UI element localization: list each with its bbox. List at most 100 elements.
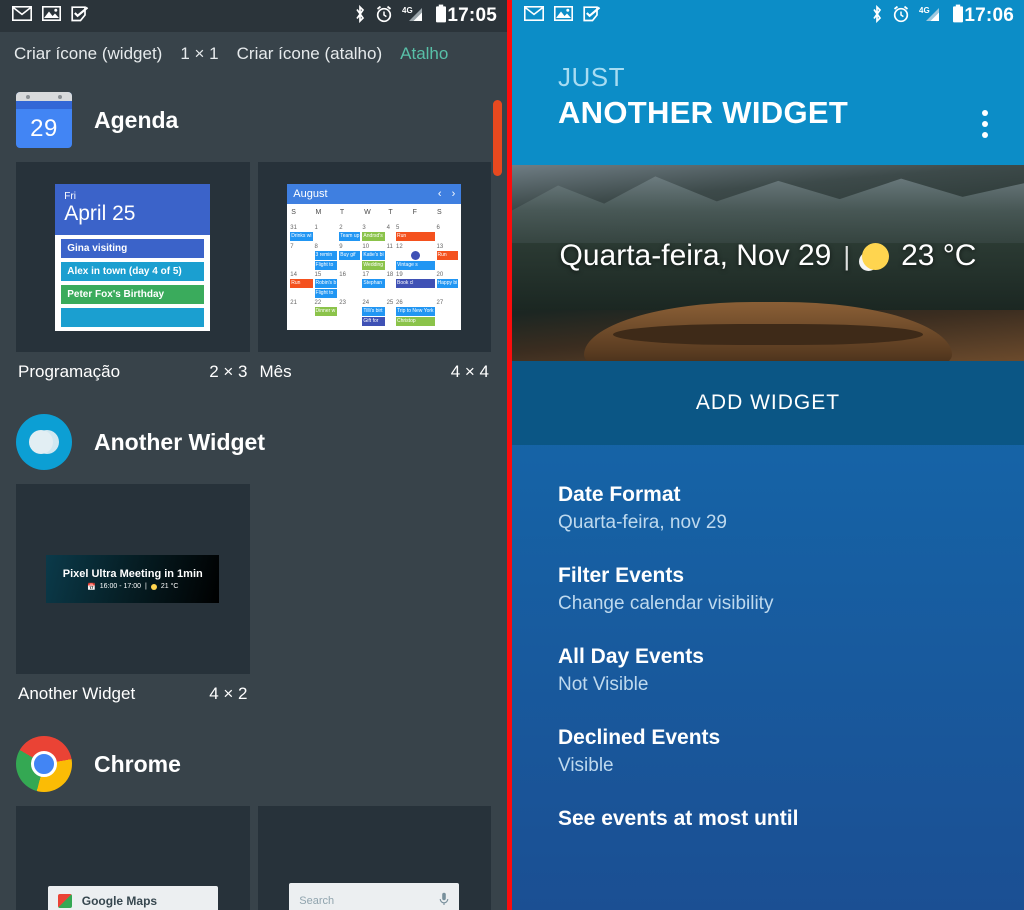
calendar-small-icon: 📅 — [87, 583, 96, 591]
month-day-cell: 2 Team up — [338, 224, 361, 243]
add-widget-button[interactable]: ADD WIDGET — [512, 361, 1024, 445]
month-day-number: 18 — [386, 272, 394, 278]
vertical-scrollbar-thumb[interactable] — [493, 100, 502, 176]
widget-preview-programacao[interactable]: Fri April 25 Gina visiting Alex in town … — [16, 162, 250, 352]
alarm-icon — [375, 5, 393, 28]
chevron-right-icon: › — [451, 188, 456, 200]
month-event-chip: Trip to New York — [396, 307, 435, 316]
app-group-title: Another Widget — [94, 428, 265, 455]
month-event-chip: 3 remin — [314, 251, 338, 260]
status-notification-icons — [12, 5, 90, 27]
app-header-title: ANOTHER WIDGET — [558, 95, 849, 130]
schedule-preview-weekday: Fri — [64, 190, 76, 202]
widget-picker-tabs: Criar ícone (widget) 1 × 1 Criar ícone (… — [0, 32, 507, 76]
widget-preview-chrome-bookmark[interactable]: Google Maps — [16, 806, 250, 910]
another-widget-preview-card: Pixel Ultra Meeting in 1min 📅 16:00 - 17… — [46, 555, 220, 603]
month-day-number: 8 — [314, 244, 318, 250]
month-preview-header: August ‹ › — [287, 184, 462, 204]
aw-preview-subline: 📅 16:00 - 17:00 | 21 °C — [87, 583, 178, 591]
month-event-chip: Happy bi — [436, 279, 459, 288]
hero-date: Quarta-feira, Nov 29 — [559, 239, 832, 273]
chrome-icon — [16, 736, 72, 792]
svg-text:4G: 4G — [402, 6, 413, 15]
tab-criar-icone-atalho[interactable]: Criar ícone (atalho) — [237, 44, 383, 64]
widget-settings-panel: 4G 17:06 JUST ANOTHER WIDGET Quarta-feir… — [512, 0, 1024, 910]
month-day-cell: 18 — [386, 271, 395, 299]
month-day-cell: 4 — [386, 224, 395, 243]
status-system-icons: 4G — [871, 4, 964, 28]
widget-cell-chrome-search[interactable]: Search — [257, 806, 491, 910]
month-day-cell: 17 Stephan — [361, 271, 385, 299]
month-preview-title: August — [293, 188, 328, 200]
month-day-cell: 16 — [338, 271, 361, 299]
setting-row[interactable]: All Day Events Not Visible — [558, 631, 978, 712]
setting-row[interactable]: See events at most until — [558, 793, 978, 847]
month-day-number: 31 — [290, 225, 297, 231]
month-day-cell: 24 Tilli's birt Gift for — [361, 299, 385, 327]
setting-title: All Day Events — [558, 645, 704, 668]
month-day-cell: 20 Happy bi — [436, 271, 460, 299]
schedule-preview-event: Peter Fox's Birthday — [61, 284, 205, 304]
month-day-number: 2 — [339, 225, 343, 231]
month-dow-label: T — [339, 209, 345, 216]
setting-row[interactable]: Date Format Quarta-feira, nov 29 — [558, 469, 978, 550]
screenshot-root: 4G 17:05 Criar ícone (widget) 1 × 1 Cria… — [0, 0, 1024, 910]
month-event-chip: Run — [396, 232, 435, 241]
setting-subtitle: Not Visible — [558, 674, 649, 695]
month-event-chip: Buy gif — [339, 251, 361, 260]
widget-size: 2 × 3 — [209, 362, 248, 381]
app-group-agenda: 29 Agenda Fri April 25 Gina visiting Ale… — [0, 76, 507, 398]
month-dow-label: S — [291, 209, 296, 216]
status-clock: 17:05 — [447, 5, 497, 26]
setting-title: Filter Events — [558, 564, 685, 587]
month-day-cell: 5 Run — [395, 224, 436, 243]
month-day-cell: 13 Run — [436, 243, 460, 271]
setting-subtitle: Quarta-feira, nov 29 — [558, 512, 727, 533]
widget-label-another-widget: Another Widget 4 × 2 — [16, 674, 250, 720]
tab-criar-icone-widget[interactable]: Criar ícone (widget) — [14, 44, 162, 64]
month-event-chip: Katie's bi — [362, 251, 385, 260]
month-event-chip: Robin's b — [314, 279, 338, 288]
month-day-cell: 31 Drinks wi — [289, 224, 313, 243]
month-day-number: 12 — [396, 244, 403, 250]
setting-row[interactable]: Declined Events Visible — [558, 712, 978, 793]
month-dow-label: F — [412, 209, 417, 216]
month-day-cell: 3 Andrsd's — [361, 224, 385, 243]
tab-size-1x1: 1 × 1 — [180, 44, 219, 63]
month-event-chip: Vintage s — [396, 261, 435, 270]
widget-cell-another-widget[interactable]: Pixel Ultra Meeting in 1min 📅 16:00 - 17… — [16, 484, 250, 720]
widget-preview-chrome-search[interactable]: Search — [257, 806, 491, 910]
aw-preview-time: 16:00 - 17:00 — [99, 583, 142, 590]
app-group-header-agenda: 29 Agenda — [16, 76, 491, 162]
widget-size: 4 × 2 — [209, 684, 248, 703]
month-day-cell: 15 Robin's b Flight to — [314, 271, 339, 299]
tasks-icon — [583, 5, 602, 27]
setting-row[interactable]: Filter Events Change calendar visibility — [558, 550, 978, 631]
widget-preview-row-agenda: Fri April 25 Gina visiting Alex in town … — [16, 162, 491, 398]
month-day-number: 5 — [396, 225, 400, 231]
widget-preview-mes[interactable]: August ‹ › SMTWTFS 31 Drinks wi 1 2 Team up 3… — [257, 162, 491, 352]
bluetooth-icon — [871, 4, 883, 28]
month-day-dot — [410, 251, 420, 260]
widget-cell-programacao[interactable]: Fri April 25 Gina visiting Alex in town … — [16, 162, 250, 398]
sunny-icon — [150, 583, 157, 590]
svg-text:4G: 4G — [919, 6, 930, 15]
widget-preview-another-widget[interactable]: Pixel Ultra Meeting in 1min 📅 16:00 - 17… — [16, 484, 250, 674]
month-day-number: 9 — [339, 244, 343, 250]
hero-separator: | — [843, 240, 851, 271]
month-day-number: 25 — [386, 300, 394, 306]
signal-4g-icon: 4G — [919, 5, 943, 28]
setting-subtitle: Visible — [558, 755, 614, 776]
app-group-header-chrome: Chrome — [16, 720, 491, 806]
month-event-chip: Wedding — [362, 261, 385, 270]
overflow-menu-icon[interactable] — [982, 110, 988, 138]
month-day-number: 21 — [290, 300, 297, 306]
widget-cell-mes[interactable]: August ‹ › SMTWTFS 31 Drinks wi 1 2 Team up 3… — [257, 162, 491, 398]
month-day-cell: 11 — [386, 243, 395, 271]
widget-live-preview[interactable]: Quarta-feira, Nov 29 | 23 °C — [512, 165, 1024, 361]
tab-atalho[interactable]: Atalho — [400, 44, 448, 64]
month-event-chip: Dinner w — [314, 307, 338, 316]
microphone-icon — [439, 892, 449, 910]
app-group-header-another-widget: Another Widget — [16, 398, 491, 484]
widget-cell-chrome-bookmark[interactable]: Google Maps — [16, 806, 250, 910]
